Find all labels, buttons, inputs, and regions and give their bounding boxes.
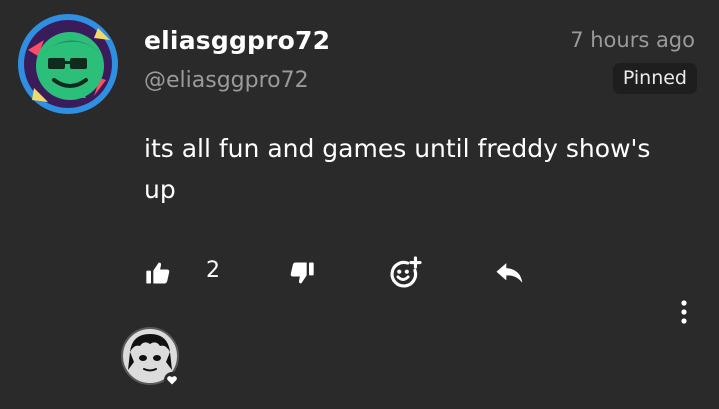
more-vertical-icon [681, 300, 687, 324]
thumbs-up-icon [146, 262, 170, 284]
comment-text: its all fun and games until freddy show'… [144, 134, 651, 204]
author-username[interactable]: eliasggpro72 [144, 26, 330, 55]
pinned-badge: Pinned [612, 63, 697, 94]
thumbs-down-icon [290, 262, 314, 284]
creator-heart-avatar [120, 326, 184, 390]
add-reaction-button[interactable] [388, 255, 422, 291]
emoji-add-icon [390, 256, 422, 288]
reply-icon [496, 263, 523, 283]
comment-timestamp: 7 hours ago [570, 28, 695, 52]
author-avatar[interactable] [14, 10, 122, 118]
comment-card: eliasggpro72 @eliasggpro72 7 hours ago P… [0, 0, 719, 409]
like-count: 2 [206, 258, 220, 283]
author-handle[interactable]: @eliasggpro72 [144, 68, 309, 93]
reply-button[interactable] [494, 255, 526, 291]
dislike-button[interactable] [288, 255, 316, 291]
more-options-button[interactable] [677, 296, 691, 328]
like-button[interactable] [144, 255, 172, 291]
